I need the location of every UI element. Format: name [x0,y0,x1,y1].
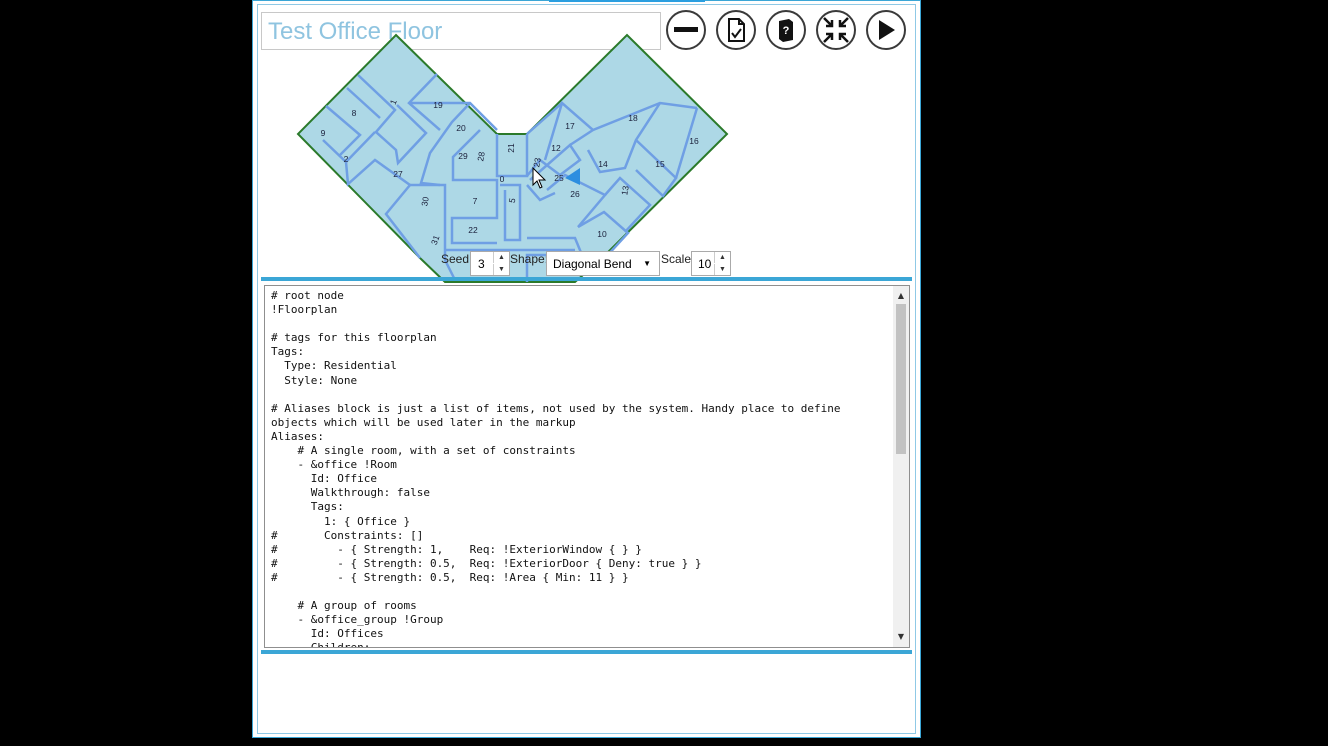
room-label: 21 [506,143,516,153]
scroll-up-arrow[interactable]: ▲ [893,288,909,302]
room-label: 18 [628,113,638,123]
room-label: 12 [551,143,561,153]
room-label: 0 [500,174,505,184]
room-label: 10 [597,229,607,239]
scale-decrement-arrow[interactable]: ▼ [714,264,730,275]
room-label: 20 [456,123,466,133]
splitter-top[interactable] [261,277,912,281]
seed-spinner[interactable]: 3 ▲ ▼ [470,251,510,276]
svg-text:?: ? [783,25,790,37]
seed-increment-arrow[interactable]: ▲ [493,252,509,263]
room-label: 9 [321,128,326,138]
room-label: 16 [689,136,699,146]
room-label: 28 [475,151,487,162]
help-button[interactable]: ? [766,10,806,50]
compress-arrows-icon [823,17,849,43]
room-label: 14 [598,159,608,169]
room-label: 2 [344,154,349,164]
run-button[interactable] [866,10,906,50]
scroll-down-arrow[interactable]: ▼ [893,629,909,643]
editor-scrollbar[interactable]: ▲ ▼ [893,286,909,647]
book-question-icon: ? [779,19,793,42]
room-label: 22 [468,225,478,235]
chevron-down-icon: ▼ [643,259,651,268]
markup-editor[interactable]: # root node !Floorplan # tags for this f… [264,285,910,648]
shape-label: Shape: [510,252,549,266]
room-label: 7 [473,196,478,206]
floorplan-canvas: 1 8 9 19 20 2 27 29 28 21 23 0 30 7 5 22… [296,33,729,283]
room-label: 30 [419,196,431,207]
scale-value: 10 [698,257,712,271]
room-label: 29 [458,151,468,161]
window-active-indicator [549,0,705,2]
scale-increment-arrow[interactable]: ▲ [714,252,730,263]
scrollbar-thumb[interactable] [896,304,906,454]
room-label: 13 [619,185,631,196]
room-label: 26 [570,189,580,199]
splitter-bottom[interactable] [261,650,912,654]
room-label: 23 [531,157,543,168]
room-label: 17 [565,121,575,131]
room-label: 8 [352,108,357,118]
play-icon [879,20,895,40]
room-label: 27 [393,169,403,179]
room-label: 15 [655,159,665,169]
markup-text[interactable]: # root node !Floorplan # tags for this f… [271,289,891,647]
seed-value: 3 [478,257,485,271]
shape-selected-value: Diagonal Bend [553,257,632,271]
scale-label: Scale: [661,252,695,266]
shape-dropdown[interactable]: Diagonal Bend ▼ [546,251,660,276]
scale-spinner[interactable]: 10 ▲ ▼ [691,251,731,276]
room-label: 25 [554,173,564,183]
seed-label: Seed: [441,252,473,266]
collapse-button[interactable] [816,10,856,50]
room-label: 19 [433,100,443,110]
seed-decrement-arrow[interactable]: ▼ [493,264,509,275]
